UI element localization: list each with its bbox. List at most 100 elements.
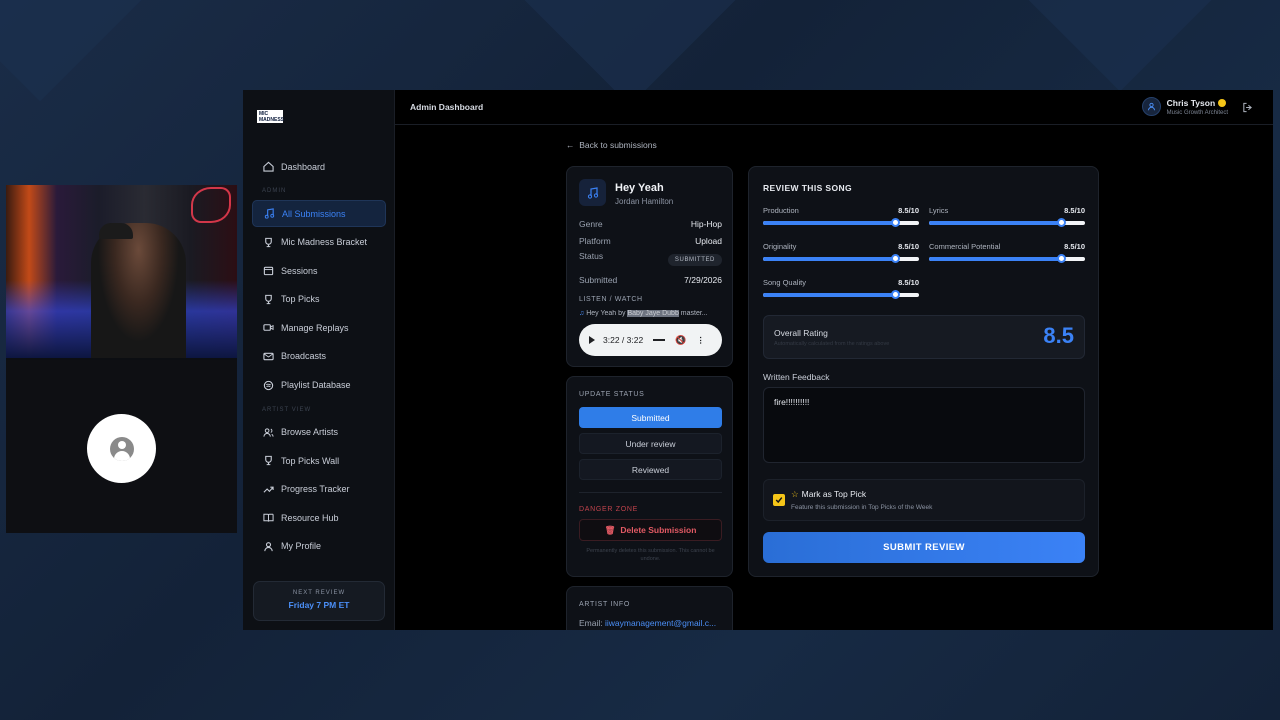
player-time: 3:22 / 3:22 [603, 335, 644, 345]
trophy-icon [262, 455, 274, 467]
submit-review-button[interactable]: SUBMIT REVIEW [763, 532, 1085, 563]
app-logo[interactable]: MIC MADNESS [257, 110, 284, 123]
status-reviewed-button[interactable]: Reviewed [579, 459, 722, 480]
app-window: MIC MADNESS Dashboard ADMIN All Submissio… [243, 90, 1273, 630]
webcam-panel [6, 185, 237, 533]
review-card: REVIEW THIS SONG Production 8.5/10 Lyrics… [748, 166, 1099, 577]
more-options-icon[interactable]: ⋮ [696, 335, 705, 346]
disc-icon [262, 379, 274, 391]
trash-icon: 🗑 [604, 524, 616, 535]
back-to-submissions-link[interactable]: ← Back to submissions [566, 140, 657, 150]
sidebar-item-broadcasts[interactable]: Broadcasts [252, 343, 386, 370]
update-status-card: UPDATE STATUS Submitted Under review Rev… [566, 376, 733, 577]
sidebar-item-mic-madness-bracket[interactable]: Mic Madness Bracket [252, 229, 386, 256]
update-status-label: UPDATE STATUS [579, 391, 645, 398]
status-under-review-button[interactable]: Under review [579, 433, 722, 454]
platform-row: Platform Upload [579, 236, 722, 246]
logout-icon[interactable] [1242, 102, 1253, 113]
top-pick-checkbox[interactable] [773, 494, 785, 506]
background-shape [978, 0, 1262, 92]
genre-row: Genre Hip-Hop [579, 219, 722, 229]
artist-email: Email: iiwaymanagement@gmail.c... [579, 618, 717, 628]
sidebar-item-my-profile[interactable]: My Profile [252, 533, 386, 560]
sidebar-item-manage-replays[interactable]: Manage Replays [252, 314, 386, 341]
book-icon [262, 512, 274, 524]
song-details-card: Hey Yeah Jordan Hamilton Genre Hip-Hop Pl… [566, 166, 733, 367]
slider-handle[interactable] [891, 254, 901, 263]
sidebar-item-playlist-database[interactable]: Playlist Database [252, 372, 386, 399]
slider-handle[interactable] [1057, 254, 1067, 263]
progress-bar[interactable] [653, 339, 666, 341]
status-badge: SUBMITTED [667, 254, 722, 266]
play-icon[interactable] [589, 336, 595, 344]
home-icon [262, 161, 274, 173]
background-shape [0, 0, 182, 102]
sidebar-section-artist-view: ARTIST VIEW [262, 406, 312, 413]
star-icon: ☆ [791, 489, 799, 499]
commercial-potential-slider[interactable]: Commercial Potential 8.5/10 [929, 242, 1085, 263]
trophy-icon [262, 236, 274, 248]
music-note-icon [579, 179, 606, 206]
users-icon [262, 426, 274, 438]
user-role: Music Growth Architect [1166, 109, 1228, 116]
artist-info-card: ARTIST INFO Email: iiwaymanagement@gmail… [566, 586, 733, 630]
overall-rating-hint: Automatically calculated from the rating… [774, 341, 890, 347]
mute-icon[interactable]: 🔇 [675, 335, 686, 346]
artist-info-label: ARTIST INFO [579, 601, 631, 608]
delete-submission-button[interactable]: 🗑 Delete Submission [579, 519, 722, 541]
slider-handle[interactable] [891, 218, 901, 227]
next-review-label: NEXT REVIEW [292, 590, 346, 596]
sidebar-section-admin: ADMIN [262, 188, 287, 194]
user-menu[interactable]: Chris Tyson Music Growth Architect [1141, 97, 1228, 116]
production-slider[interactable]: Production 8.5/10 [763, 206, 919, 227]
danger-zone-label: DANGER ZONE [579, 506, 639, 513]
sidebar-item-all-submissions[interactable]: All Submissions [252, 200, 386, 227]
mail-icon [262, 350, 274, 362]
originality-slider[interactable]: Originality 8.5/10 [763, 242, 919, 263]
participant-tile [6, 360, 237, 533]
slider-handle[interactable] [891, 290, 901, 299]
written-feedback-label: Written Feedback [763, 372, 830, 382]
top-pick-option[interactable]: ☆ Mark as Top Pick Feature this submissio… [763, 479, 1085, 521]
user-name: Chris Tyson [1167, 98, 1228, 108]
artist-email-link[interactable]: iiwaymanagement@gmail.c... [605, 618, 716, 628]
page-title: Admin Dashboard [410, 102, 484, 112]
sidebar-item-top-picks-wall[interactable]: Top Picks Wall [252, 447, 386, 474]
sidebar-item-resource-hub[interactable]: Resource Hub [252, 504, 386, 531]
overall-rating-label: Overall Rating [774, 328, 828, 338]
user-avatar-icon [1141, 97, 1161, 116]
slider-handle[interactable] [1057, 218, 1067, 227]
sidebar: MIC MADNESS Dashboard ADMIN All Submissio… [243, 90, 395, 630]
media-file-name: ♫ Hey Yeah by Baby Jaye Dubb master... [579, 310, 708, 317]
sidebar-item-dashboard[interactable]: Dashboard [252, 153, 386, 180]
overall-rating-value: 8.5 [1043, 323, 1074, 348]
written-feedback-textarea[interactable]: fire!!!!!!!!!! [763, 387, 1085, 463]
top-pick-label: ☆ Mark as Top Pick [791, 489, 867, 499]
sidebar-item-top-picks[interactable]: Top Picks [252, 286, 386, 313]
review-title: REVIEW THIS SONG [763, 183, 853, 193]
sidebar-item-browse-artists[interactable]: Browse Artists [252, 419, 386, 446]
badge-icon [1218, 99, 1227, 108]
song-title: Hey Yeah [615, 182, 664, 194]
song-quality-slider[interactable]: Song Quality 8.5/10 [763, 278, 919, 299]
sidebar-item-sessions[interactable]: Sessions [252, 257, 386, 284]
submitted-row: Submitted 7/29/2026 [579, 275, 722, 285]
song-artist: Jordan Hamilton [615, 197, 674, 206]
listen-watch-label: LISTEN / WATCH [579, 296, 643, 303]
webcam-video [6, 185, 237, 358]
topbar: Admin Dashboard Chris Tyson Music Growth… [395, 90, 1273, 125]
overall-rating-box: Overall Rating Automatically calculated … [763, 315, 1085, 359]
sidebar-item-progress-tracker[interactable]: Progress Tracker [252, 476, 386, 503]
status-submitted-button[interactable]: Submitted [579, 407, 722, 428]
audio-player[interactable]: 3:22 / 3:22 🔇 ⋮ [579, 324, 722, 356]
lyrics-slider[interactable]: Lyrics 8.5/10 [929, 206, 1085, 227]
next-review-card: NEXT REVIEW Friday 7 PM ET [253, 581, 385, 621]
next-review-value: Friday 7 PM ET [288, 600, 350, 610]
music-note-icon [263, 208, 275, 220]
delete-note: Permanently deletes this submission. Thi… [586, 548, 715, 562]
calendar-icon [262, 265, 274, 277]
sidebar-nav: Dashboard ADMIN All Submissions Mic Madn… [252, 153, 386, 562]
user-icon [262, 540, 274, 552]
trophy-icon [262, 293, 274, 305]
top-pick-description: Feature this submission in Top Picks of … [791, 504, 933, 511]
